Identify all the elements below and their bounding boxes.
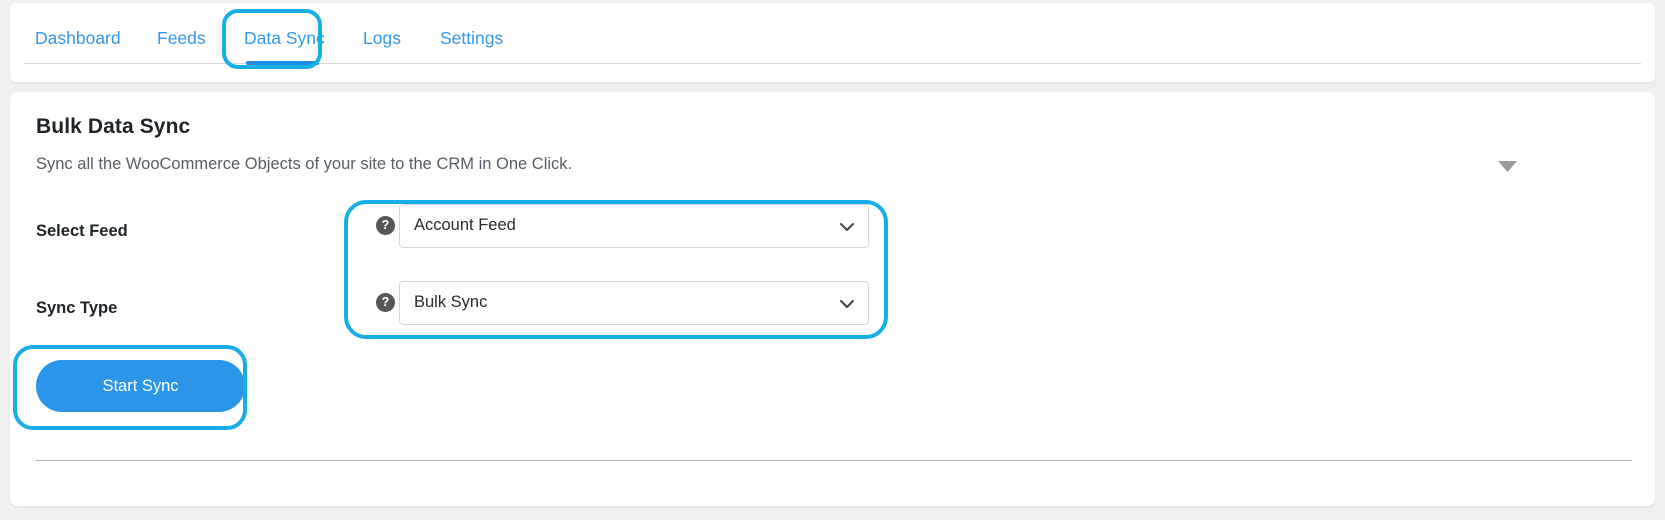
tab-settings[interactable]: Settings	[440, 27, 503, 49]
chevron-down-icon-select-feed	[839, 219, 855, 235]
chevron-down-icon-sync-type	[839, 296, 855, 312]
question-mark-icon-sync-type[interactable]: ?	[376, 293, 395, 312]
active-tab-indicator	[246, 61, 319, 65]
tab-logs[interactable]: Logs	[363, 27, 401, 49]
select-feed-dropdown[interactable]: Account Feed	[399, 204, 869, 248]
sync-type-label: Sync Type	[36, 299, 118, 317]
page-root: Dashboard Feeds Data Sync Logs Settings …	[0, 0, 1665, 520]
tab-dashboard[interactable]: Dashboard	[35, 27, 121, 49]
tab-data-sync[interactable]: Data Sync	[244, 27, 325, 49]
tab-feeds[interactable]: Feeds	[157, 27, 206, 49]
page-title: Bulk Data Sync	[36, 115, 191, 138]
bulk-data-sync-panel: Bulk Data Sync Sync all the WooCommerce …	[10, 92, 1655, 506]
select-feed-label: Select Feed	[36, 222, 128, 240]
section-divider	[36, 460, 1632, 461]
select-feed-value: Account Feed	[414, 216, 516, 234]
panel-description: Sync all the WooCommerce Objects of your…	[36, 155, 573, 173]
top-nav-card: Dashboard Feeds Data Sync Logs Settings	[10, 3, 1655, 82]
caret-down-icon[interactable]	[1492, 155, 1522, 177]
start-sync-button[interactable]: Start Sync	[36, 360, 245, 412]
sync-type-value: Bulk Sync	[414, 293, 488, 311]
sync-type-dropdown[interactable]: Bulk Sync	[399, 281, 869, 325]
question-mark-icon-select-feed[interactable]: ?	[376, 216, 395, 235]
